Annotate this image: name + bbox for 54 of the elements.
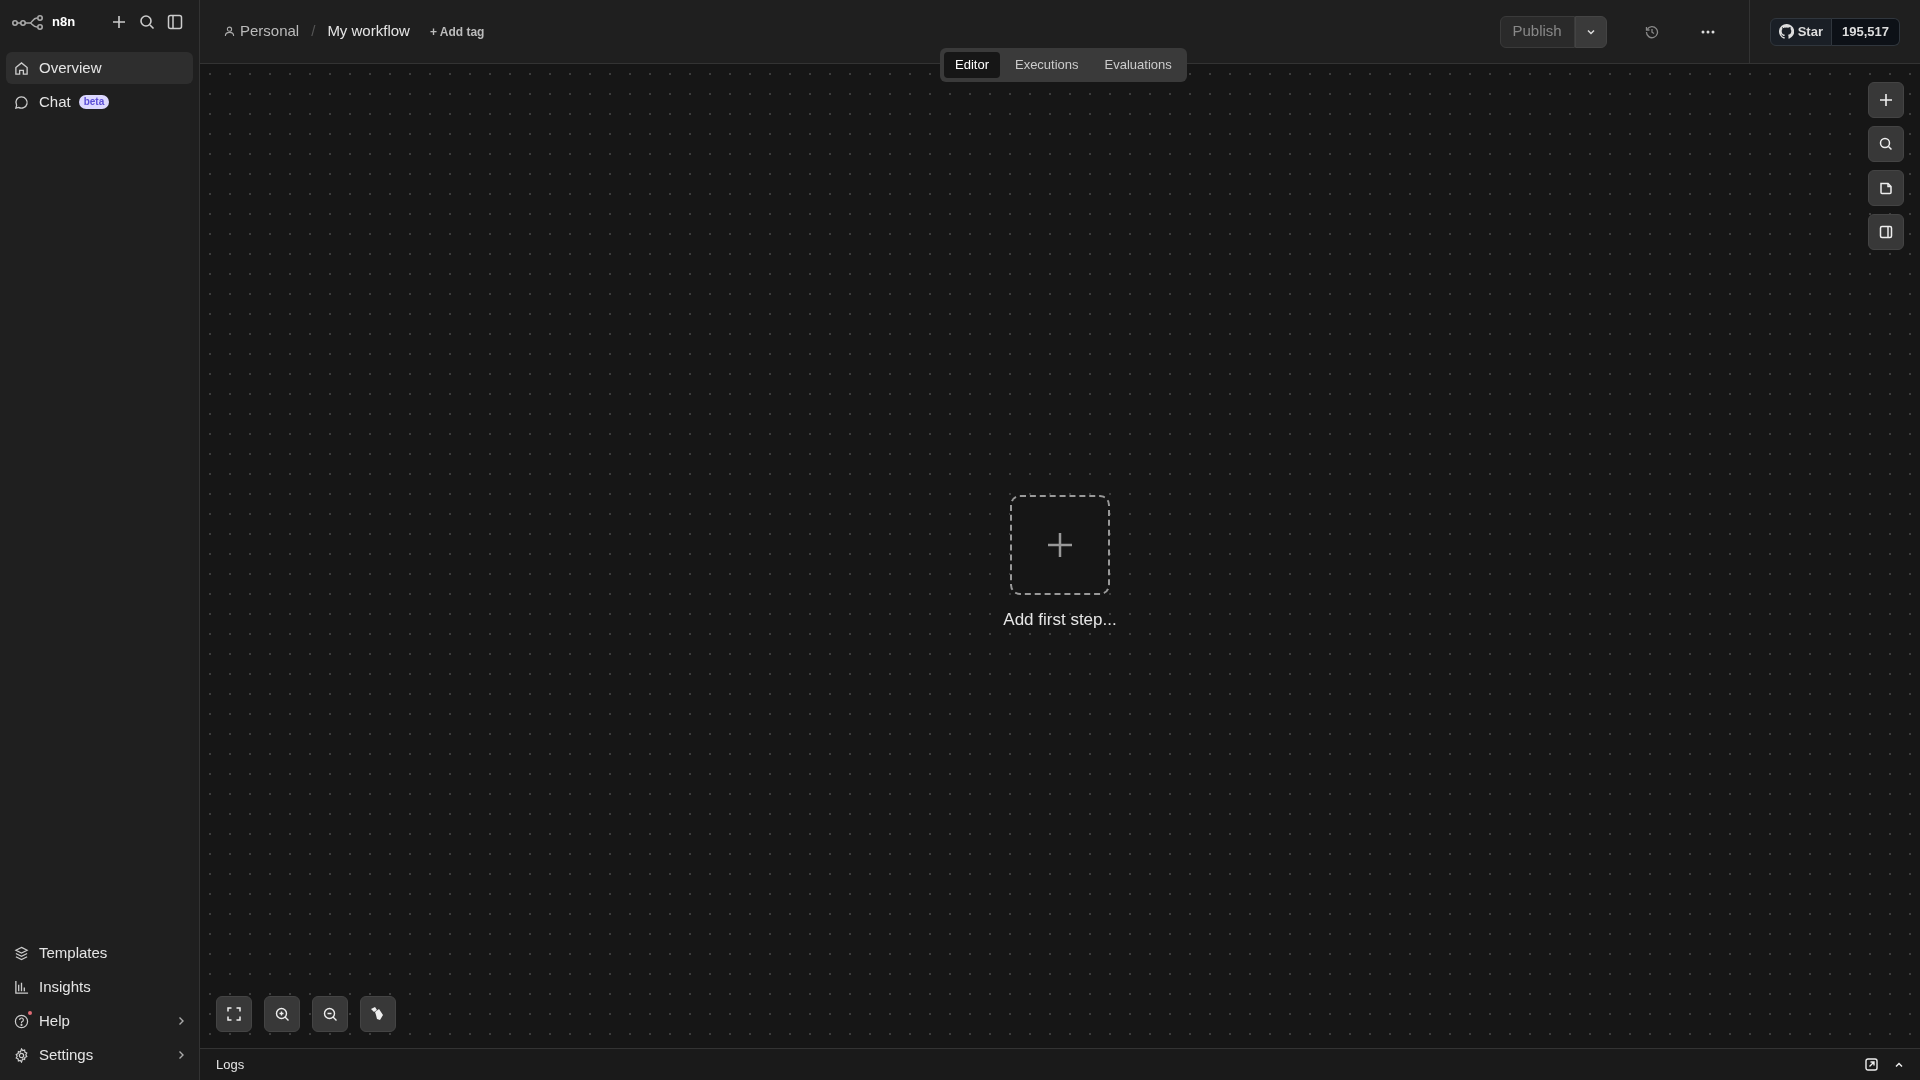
panel-icon	[1879, 225, 1893, 239]
github-icon	[1778, 24, 1794, 39]
pop-out-icon[interactable]	[1865, 1058, 1878, 1071]
sidebar-item[interactable]: Settings	[6, 1038, 193, 1072]
more-icon[interactable]	[1700, 29, 1715, 34]
add-node-button[interactable]	[1868, 82, 1904, 118]
fit-view-button[interactable]	[216, 996, 252, 1032]
sidebar-item[interactable]: Insights	[6, 970, 193, 1004]
add-first-step-button[interactable]	[1010, 495, 1110, 596]
brush-icon	[370, 1006, 386, 1022]
help-icon	[14, 1013, 29, 1029]
tidy-up-button[interactable]	[360, 996, 396, 1032]
layers-icon	[14, 945, 29, 961]
github-star-button[interactable]: Star	[1769, 17, 1832, 46]
home-icon	[14, 60, 29, 76]
settings-icon	[14, 1047, 29, 1063]
sidebar-item[interactable]: Templates	[6, 936, 193, 970]
plus-icon[interactable]	[111, 14, 127, 30]
search-icon	[1879, 137, 1893, 151]
sidebar-item[interactable]: Overview	[6, 52, 193, 84]
history-icon[interactable]	[1644, 24, 1659, 39]
view-tab[interactable]: Editor	[944, 52, 1000, 78]
sidebar-item[interactable]: Chat beta	[6, 86, 193, 118]
add-tag-link[interactable]: + Add tag	[429, 22, 485, 41]
add-first-step-label: Add first step...	[1003, 609, 1117, 632]
view-tab[interactable]: Executions	[1003, 52, 1090, 78]
zoom-in-icon	[274, 1006, 290, 1022]
plus-icon	[1046, 531, 1074, 560]
chevron-right-icon	[177, 1016, 185, 1026]
zoom-out-button[interactable]	[312, 996, 348, 1032]
plus-icon	[1879, 93, 1893, 107]
sidebar-item[interactable]: Help	[6, 1004, 193, 1038]
view-tab[interactable]: Evaluations	[1093, 52, 1183, 78]
star-count: 195,517	[1832, 17, 1900, 46]
person-icon	[224, 26, 235, 37]
logs-label[interactable]: Logs	[216, 1054, 245, 1075]
note-icon	[1879, 181, 1893, 195]
beta-badge: beta	[78, 95, 110, 109]
zoom-out-icon	[322, 1006, 338, 1022]
project-link[interactable]: Personal	[240, 20, 300, 43]
chat-bubble-icon	[14, 94, 29, 110]
sidebar-toggle-icon[interactable]	[167, 14, 183, 30]
search-button[interactable]	[1868, 126, 1904, 162]
sticky-note-button[interactable]	[1868, 170, 1904, 206]
breadcrumb-separator: /	[311, 21, 316, 42]
logo-icon	[12, 14, 44, 30]
search-icon[interactable]	[139, 14, 155, 30]
workflow-name[interactable]: My workflow	[327, 20, 410, 43]
chevron-right-icon	[177, 1050, 185, 1060]
fullscreen-icon	[227, 1007, 241, 1021]
panel-toggle-button[interactable]	[1868, 214, 1904, 250]
bar-chart-icon	[14, 979, 29, 995]
app-name: n8n	[52, 13, 76, 32]
zoom-in-button[interactable]	[264, 996, 300, 1032]
